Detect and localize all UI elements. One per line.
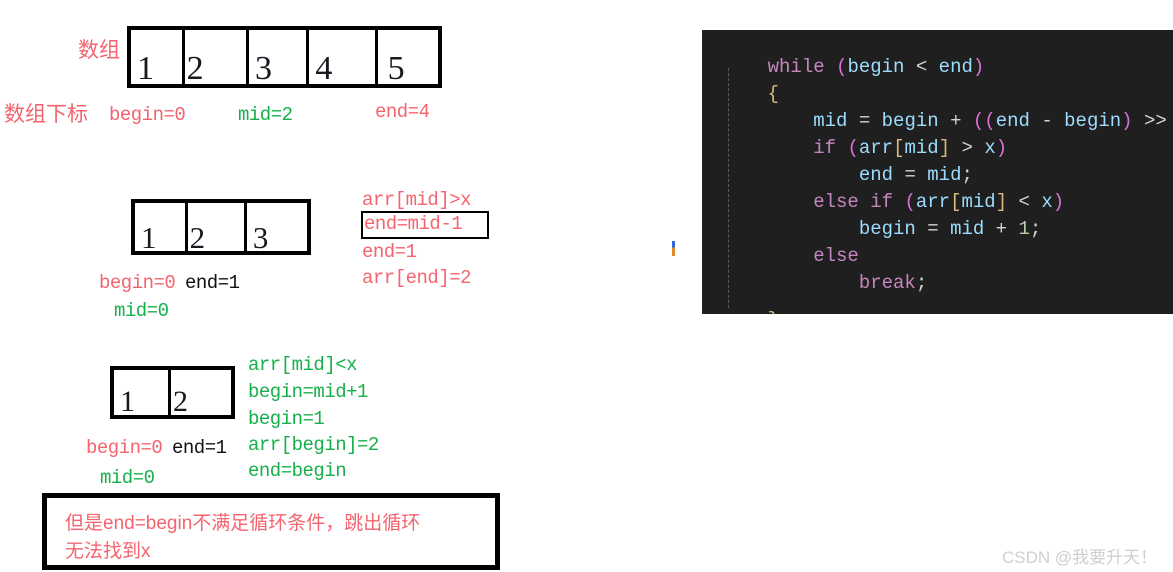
array-cell-value: 1: [137, 50, 154, 87]
step3-begin-label: begin=0: [86, 437, 163, 459]
array-cell: 2: [171, 370, 231, 418]
conclusion-box: 但是end=begin不满足循环条件，跳出循环 无法找到x: [42, 493, 500, 570]
array-cell: 4: [309, 30, 378, 87]
array-cell: 5: [378, 30, 438, 87]
array-cell-value: 4: [315, 50, 333, 87]
step2-end-label: end=1: [185, 272, 240, 294]
array-cell-value: 1: [120, 385, 135, 418]
array-cell-value: 1: [141, 220, 157, 255]
array-cell: 1: [135, 203, 188, 255]
array-cell: 3: [247, 203, 307, 255]
step3-note-condition: arr[mid]<x: [248, 354, 358, 376]
array-legend-label: 数组: [78, 39, 120, 62]
cursor-artifact: [672, 241, 675, 256]
array-cell: 1: [131, 30, 185, 87]
step3-note-begin-assign: begin=mid+1: [248, 381, 368, 403]
array-cell-value: 2: [189, 220, 206, 255]
array-cell-value: 3: [254, 50, 272, 87]
step1-mid-label: mid=2: [238, 104, 293, 126]
step2-note-end-value: end=1: [362, 241, 417, 263]
code-line: }: [722, 292, 779, 315]
step2-note-arr-end: arr[end]=2: [362, 267, 472, 289]
conclusion-line-1: 但是end=begin不满足循环条件，跳出循环: [65, 513, 421, 534]
array-step1: 1 2 3 4 5: [127, 26, 442, 88]
step3-end-label: end=1: [172, 437, 227, 459]
step1-end-label: end=4: [375, 101, 430, 123]
array-cell-value: 2: [186, 50, 204, 87]
array-cell-value: 3: [252, 220, 269, 255]
step3-note-begin-value: begin=1: [248, 408, 325, 430]
step2-boxed-note: end=mid-1: [364, 213, 463, 235]
array-cell-value: 2: [173, 385, 189, 418]
step3-note-end-begin: end=begin: [248, 460, 347, 482]
step2-begin-label: begin=0: [99, 272, 176, 294]
array-cell: 2: [188, 203, 247, 255]
array-cell: 3: [249, 30, 310, 87]
step2-note-condition: arr[mid]>x: [362, 189, 472, 211]
step3-note-arr-begin: arr[begin]=2: [248, 434, 379, 456]
array-cell: 2: [185, 30, 249, 87]
csdn-watermark: CSDN @我要升天！: [1002, 548, 1158, 567]
step1-begin-label: begin=0: [109, 104, 186, 126]
step3-mid-label: mid=0: [100, 467, 155, 489]
step2-mid-label: mid=0: [114, 300, 169, 322]
conclusion-line-2: 无法找到x: [65, 541, 151, 562]
array-index-legend-label: 数组下标: [4, 103, 88, 126]
code-block: while (begin < end) { mid = begin + ((en…: [702, 30, 1173, 314]
array-cell: 1: [114, 370, 172, 418]
array-step2: 1 2 3: [131, 199, 311, 255]
array-cell-value: 5: [387, 50, 405, 87]
array-step3: 1 2: [110, 366, 235, 419]
